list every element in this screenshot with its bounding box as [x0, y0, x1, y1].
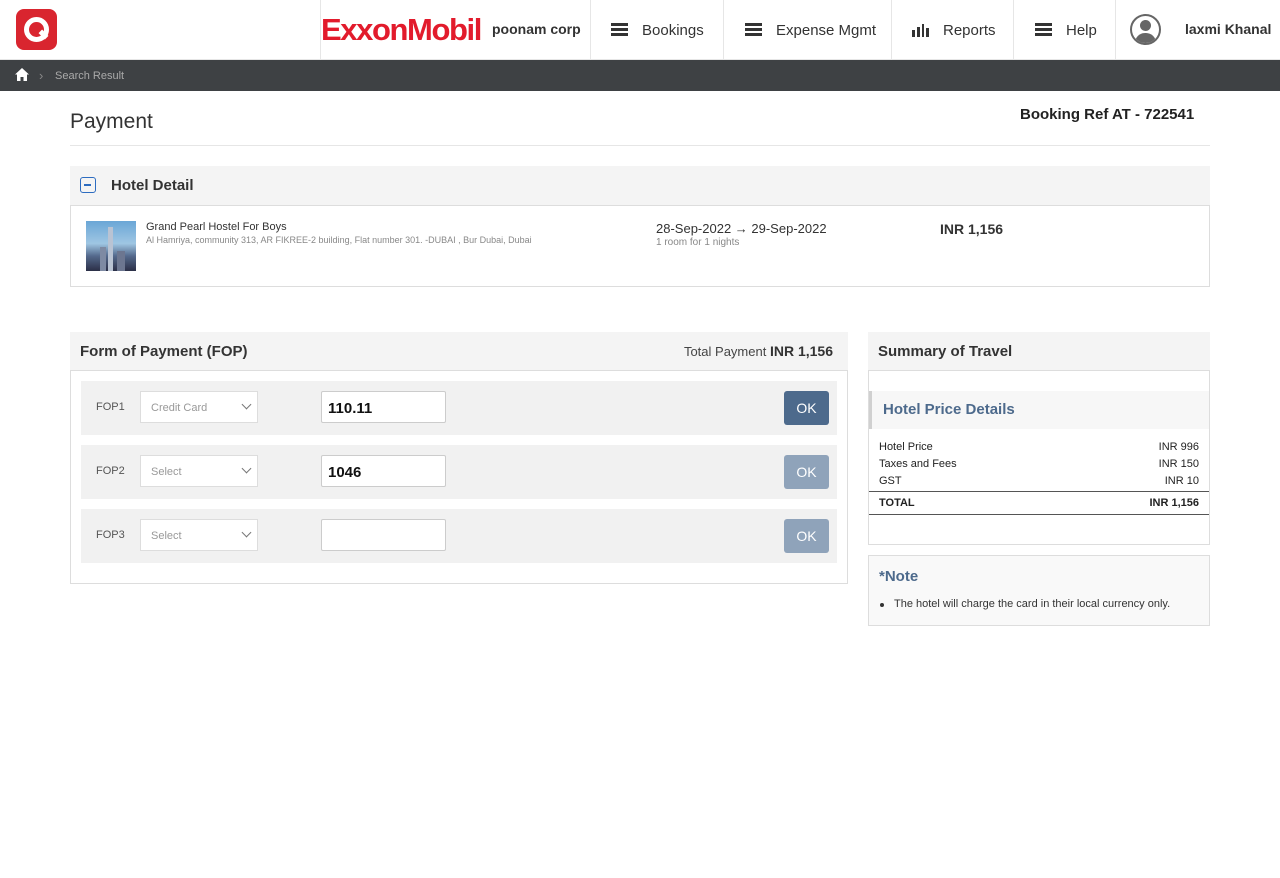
- breadcrumb-current: Search Result: [55, 70, 125, 82]
- bullet-icon: [880, 603, 884, 607]
- payment-type-select[interactable]: Select: [140, 455, 258, 487]
- top-navigation-bar: ExxonMobil poonam corp Bookings Expense …: [0, 0, 1280, 60]
- page-title: Payment: [70, 110, 153, 133]
- ok-button[interactable]: OK: [784, 455, 829, 489]
- fop-form: FOP1 Credit Card 110.11 OK FOP2 Select 1…: [70, 370, 848, 584]
- hotel-name: Grand Pearl Hostel For Boys: [146, 221, 287, 233]
- summary-header: Summary of Travel: [868, 332, 1210, 371]
- price-value: INR 10: [1164, 475, 1199, 487]
- booking-reference: Booking Ref AT - 722541: [1020, 106, 1195, 123]
- ok-button[interactable]: OK: [784, 391, 829, 425]
- price-label: Taxes and Fees: [879, 458, 957, 470]
- note-panel: *Note The hotel will charge the card in …: [868, 555, 1210, 626]
- company-name: poonam corp: [492, 21, 581, 37]
- price-value: INR 996: [1158, 441, 1199, 453]
- chevron-down-icon: [241, 527, 252, 538]
- price-label: GST: [879, 475, 902, 487]
- amount-input[interactable]: 110.11: [321, 391, 446, 423]
- nav-expense-mgmt[interactable]: Expense Mgmt: [723, 0, 891, 60]
- payment-type-select[interactable]: Credit Card: [140, 391, 258, 423]
- price-value: INR 150: [1158, 458, 1199, 470]
- chevron-right-icon: ›: [39, 68, 44, 83]
- ok-button[interactable]: OK: [784, 519, 829, 553]
- fop-row: FOP1 Credit Card 110.11 OK: [81, 381, 837, 435]
- nav-help[interactable]: Help: [1013, 0, 1115, 60]
- note-text: The hotel will charge the card in their …: [894, 598, 1171, 610]
- nav-reports[interactable]: Reports: [891, 0, 1013, 60]
- menu-icon: [611, 23, 628, 37]
- app-logo-icon[interactable]: [16, 9, 57, 50]
- fop-row: FOP3 Select OK: [81, 509, 837, 563]
- fop-label: FOP3: [96, 529, 125, 541]
- total-row: TOTAL INR 1,156: [869, 491, 1209, 515]
- hotel-detail-title: Hotel Detail: [111, 177, 194, 194]
- hotel-detail-header[interactable]: Hotel Detail: [70, 166, 1210, 206]
- chevron-down-icon: [241, 463, 252, 474]
- fop-label: FOP2: [96, 465, 125, 477]
- chevron-down-icon: [241, 399, 252, 410]
- nav-label: Bookings: [642, 21, 704, 39]
- hotel-price: INR 1,156: [940, 221, 1004, 237]
- note-title: *Note: [879, 568, 919, 585]
- brand-block: ExxonMobil poonam corp: [320, 0, 591, 60]
- rooms-nights: 1 room for 1 nights: [656, 237, 740, 248]
- breadcrumb: › Search Result: [0, 60, 1280, 91]
- menu-icon: [1035, 23, 1052, 37]
- amount-input[interactable]: 1046: [321, 455, 446, 487]
- total-value: INR 1,156: [1149, 497, 1199, 509]
- select-value: Credit Card: [151, 402, 208, 414]
- summary-panel: Hotel Price Details Hotel Price INR 996 …: [868, 370, 1210, 545]
- hotel-price-details-title: Hotel Price Details: [883, 401, 1015, 418]
- total-payment-label: Total Payment: [683, 344, 767, 359]
- select-value: Select: [151, 466, 182, 478]
- nav-bookings[interactable]: Bookings: [590, 0, 723, 60]
- collapse-icon[interactable]: [80, 177, 96, 193]
- hotel-address: Al Hamriya, community 313, AR FIKREE-2 b…: [146, 235, 532, 245]
- user-avatar-icon[interactable]: [1130, 14, 1161, 45]
- stay-dates: 28-Sep-2022 → 29-Sep-2022: [656, 221, 827, 236]
- total-payment-value: INR 1,156: [769, 343, 833, 359]
- brand-logo: ExxonMobil: [321, 12, 482, 47]
- hotel-price-details-header: Hotel Price Details: [869, 391, 1209, 429]
- hotel-thumbnail: [86, 221, 136, 271]
- amount-input[interactable]: [321, 519, 446, 551]
- home-icon[interactable]: [15, 68, 29, 81]
- menu-icon: [745, 23, 762, 37]
- fop-row: FOP2 Select 1046 OK: [81, 445, 837, 499]
- user-name[interactable]: laxmi Khanal: [1185, 21, 1271, 37]
- fop-title: Form of Payment (FOP): [80, 343, 248, 360]
- bar-chart-icon: [912, 23, 929, 37]
- summary-title: Summary of Travel: [878, 343, 1013, 360]
- hotel-detail-card: Grand Pearl Hostel For Boys Al Hamriya, …: [70, 205, 1210, 287]
- payment-type-select[interactable]: Select: [140, 519, 258, 551]
- fop-header: Form of Payment (FOP) Total Payment INR …: [70, 332, 848, 371]
- nav-label: Reports: [943, 21, 996, 39]
- divider: [70, 145, 1210, 146]
- nav-label: Help: [1066, 21, 1097, 39]
- select-value: Select: [151, 530, 182, 542]
- fop-label: FOP1: [96, 401, 125, 413]
- price-label: Hotel Price: [879, 441, 933, 453]
- total-label: TOTAL: [879, 497, 915, 509]
- nav-label: Expense Mgmt: [776, 21, 877, 39]
- total-payment: Total Payment INR 1,156: [684, 343, 833, 359]
